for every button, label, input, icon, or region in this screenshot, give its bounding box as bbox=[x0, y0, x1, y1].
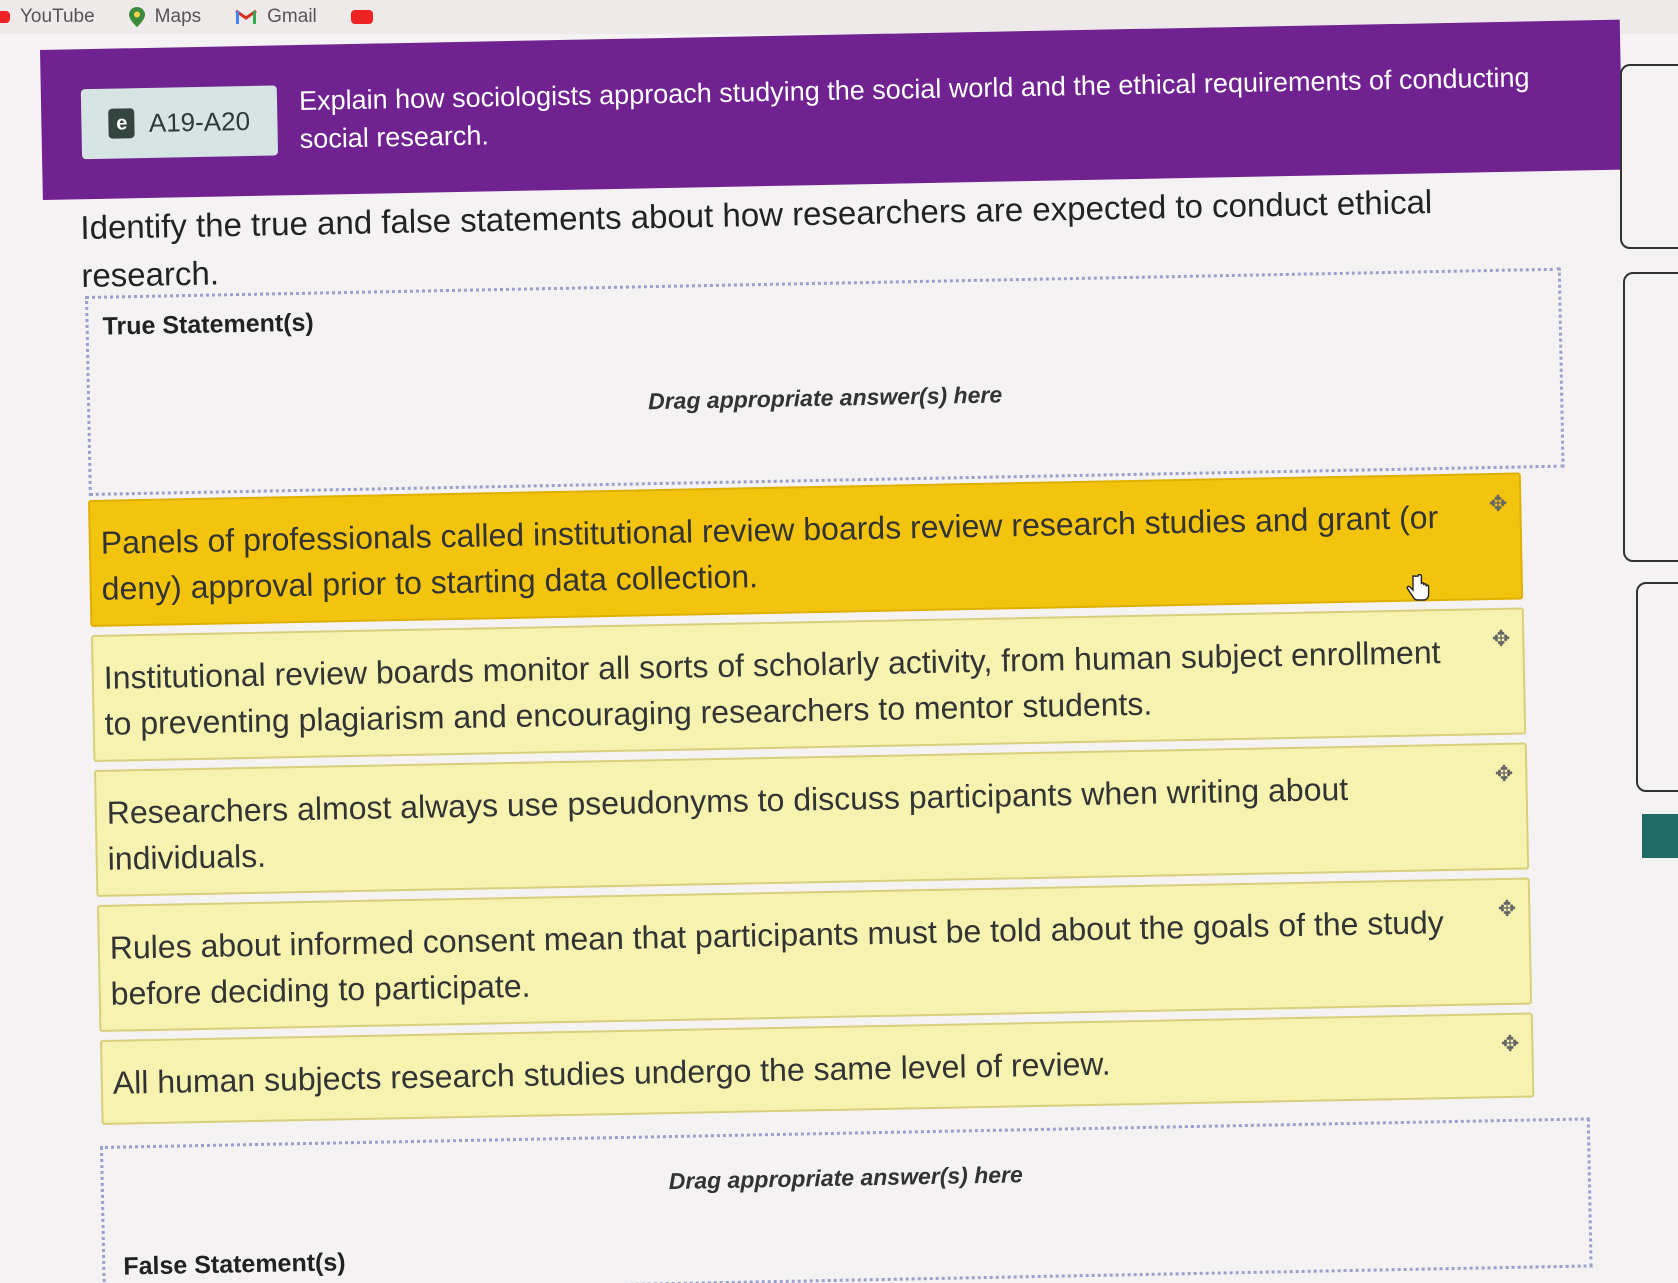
objective-badge: e A19-A20 bbox=[80, 85, 279, 160]
assignment-page: e A19-A20 Explain how sociologists appro… bbox=[0, 19, 1678, 1283]
move-icon[interactable]: ✥ bbox=[1491, 616, 1511, 662]
youtube-icon bbox=[350, 10, 373, 24]
gmail-icon bbox=[235, 9, 258, 25]
move-icon[interactable]: ✥ bbox=[1500, 1021, 1520, 1067]
answer-card-1[interactable]: Panels of professionals called instituti… bbox=[88, 472, 1524, 627]
objective-text: Explain how sociologists approach studyi… bbox=[298, 62, 1530, 155]
true-statements-dropzone[interactable]: True Statement(s) Drag appropriate answe… bbox=[85, 267, 1565, 496]
true-zone-title: True Statement(s) bbox=[102, 308, 314, 341]
answer-card-text: Institutional review boards monitor all … bbox=[103, 634, 1441, 742]
bookmark-maps-label: Maps bbox=[154, 6, 202, 27]
answer-card-text: Researchers almost always use pseudonyms… bbox=[106, 770, 1349, 877]
bookmark-gmail[interactable]: Gmail bbox=[235, 6, 317, 28]
hand-cursor-icon bbox=[1406, 574, 1430, 601]
move-icon[interactable]: ✥ bbox=[1488, 481, 1508, 527]
objective-banner: e A19-A20 Explain how sociologists appro… bbox=[40, 19, 1623, 200]
bookmark-youtube-2[interactable] bbox=[350, 10, 381, 24]
side-panel-2 bbox=[1623, 272, 1678, 562]
side-button[interactable] bbox=[1642, 814, 1678, 858]
false-zone-title: False Statement(s) bbox=[123, 1248, 346, 1281]
answer-card-4[interactable]: Rules about informed consent mean that p… bbox=[97, 877, 1533, 1032]
false-zone-hint: Drag appropriate answer(s) here bbox=[668, 1161, 1023, 1195]
answer-card-5[interactable]: All human subjects research studies unde… bbox=[100, 1012, 1535, 1125]
move-icon[interactable]: ✥ bbox=[1497, 886, 1517, 932]
youtube-icon bbox=[0, 11, 10, 23]
false-statements-dropzone[interactable]: Drag appropriate answer(s) here False St… bbox=[100, 1117, 1593, 1283]
side-panel-3 bbox=[1636, 582, 1678, 792]
side-panel-1 bbox=[1620, 64, 1678, 249]
bookmark-gmail-label: Gmail bbox=[267, 6, 317, 27]
bookmark-youtube-label: YouTube bbox=[20, 6, 95, 27]
answer-card-3[interactable]: Researchers almost always use pseudonyms… bbox=[94, 742, 1530, 897]
move-icon[interactable]: ✥ bbox=[1494, 751, 1514, 797]
ebook-icon: e bbox=[108, 108, 136, 139]
map-pin-icon bbox=[128, 7, 145, 27]
answer-card-text: Rules about informed consent mean that p… bbox=[109, 904, 1445, 1012]
objective-code: A19-A20 bbox=[148, 105, 251, 138]
answer-card-text: Panels of professionals called instituti… bbox=[100, 499, 1439, 607]
true-zone-hint: Drag appropriate answer(s) here bbox=[647, 381, 1003, 415]
bookmark-maps[interactable]: Maps bbox=[128, 6, 202, 28]
bookmark-youtube[interactable]: YouTube bbox=[0, 6, 95, 28]
answer-card-2[interactable]: Institutional review boards monitor all … bbox=[91, 607, 1527, 762]
answer-card-text: All human subjects research studies unde… bbox=[112, 1045, 1111, 1101]
